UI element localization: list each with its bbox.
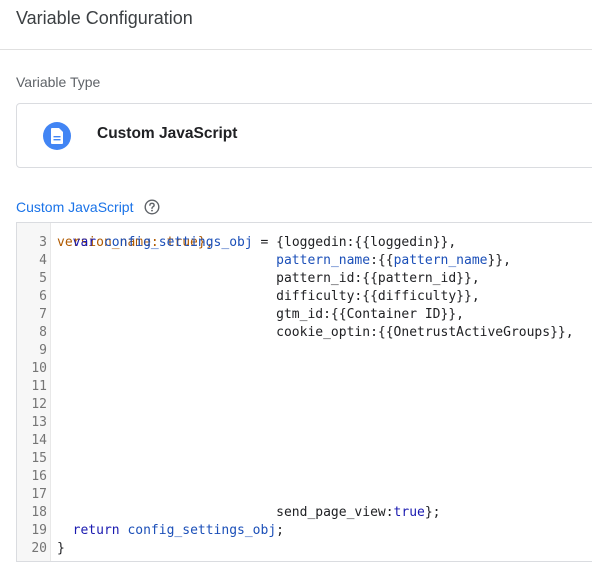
code-line: 6 difficulty:{{difficulty}}, bbox=[17, 288, 592, 306]
code-line: 4 pattern_name:{{pattern_name}}, bbox=[17, 252, 592, 270]
line-number: 8 bbox=[39, 325, 47, 340]
code-line: 12 bbox=[17, 396, 592, 414]
code-text: } bbox=[57, 541, 65, 556]
code-text: send_page_view:true}; bbox=[57, 505, 441, 520]
line-number: 11 bbox=[31, 379, 47, 394]
code-line: 16 bbox=[17, 468, 592, 486]
line-number: 6 bbox=[39, 289, 47, 304]
code-line: 15 bbox=[17, 450, 592, 468]
variable-type-name: Custom JavaScript bbox=[97, 125, 238, 142]
line-number: 13 bbox=[31, 415, 47, 430]
line-number: 3 bbox=[39, 235, 47, 250]
code-text: return config_settings_obj; bbox=[72, 523, 284, 538]
dialog-header: Variable Configuration bbox=[0, 0, 592, 50]
code-editor[interactable]: version_name: true}, 3 var config_settin… bbox=[16, 222, 592, 562]
code-line: 5 pattern_id:{{pattern_id}}, bbox=[17, 270, 592, 288]
line-number: 20 bbox=[31, 541, 47, 556]
code-line: 7 gtm_id:{{Container ID}}, bbox=[17, 306, 592, 324]
code-line: 19 return config_settings_obj; bbox=[17, 522, 592, 540]
code-text: difficulty:{{difficulty}}, bbox=[57, 289, 480, 304]
page-title: Variable Configuration bbox=[16, 8, 193, 28]
line-number: 17 bbox=[31, 487, 47, 502]
line-number: 10 bbox=[31, 361, 47, 376]
line-number: 9 bbox=[39, 343, 47, 358]
custom-javascript-label: Custom JavaScript bbox=[16, 199, 134, 215]
code-line: 13 bbox=[17, 414, 592, 432]
code-text: pattern_id:{{pattern_id}}, bbox=[57, 271, 480, 286]
line-number: 12 bbox=[31, 397, 47, 412]
line-number: 14 bbox=[31, 433, 47, 448]
code-text: var config_settings_obj = {loggedin:{{lo… bbox=[72, 235, 457, 250]
code-line: 10 bbox=[17, 360, 592, 378]
line-number: 7 bbox=[39, 307, 47, 322]
code-text: cookie_optin:{{OnetrustActiveGroups}}, bbox=[57, 325, 574, 340]
line-number: 18 bbox=[31, 505, 47, 520]
line-number: 5 bbox=[39, 271, 47, 286]
line-number: 4 bbox=[39, 253, 47, 268]
code-line: 3 var config_settings_obj = {loggedin:{{… bbox=[17, 234, 592, 252]
code-content[interactable]: version_name: true}, 3 var config_settin… bbox=[17, 223, 592, 558]
code-text: gtm_id:{{Container ID}}, bbox=[57, 307, 464, 322]
variable-type-selector[interactable]: Custom JavaScript bbox=[16, 103, 592, 168]
code-line: 17 bbox=[17, 486, 592, 504]
code-line: version_name: true}, bbox=[17, 223, 592, 250]
code-line: 18 send_page_view:true}; bbox=[17, 504, 592, 522]
code-text: pattern_name:{{pattern_name}}, bbox=[276, 253, 511, 268]
line-number: 19 bbox=[31, 523, 47, 538]
code-line: 14 bbox=[17, 432, 592, 450]
document-icon bbox=[43, 122, 71, 150]
code-line: 8 cookie_optin:{{OnetrustActiveGroups}}, bbox=[17, 324, 592, 342]
variable-type-label: Variable Type bbox=[16, 74, 101, 90]
code-line: 11 bbox=[17, 378, 592, 396]
code-line: 20} bbox=[17, 540, 592, 558]
line-number: 16 bbox=[31, 469, 47, 484]
code-line: 9 bbox=[17, 342, 592, 360]
line-number: 15 bbox=[31, 451, 47, 466]
help-circle-icon[interactable] bbox=[144, 199, 160, 215]
